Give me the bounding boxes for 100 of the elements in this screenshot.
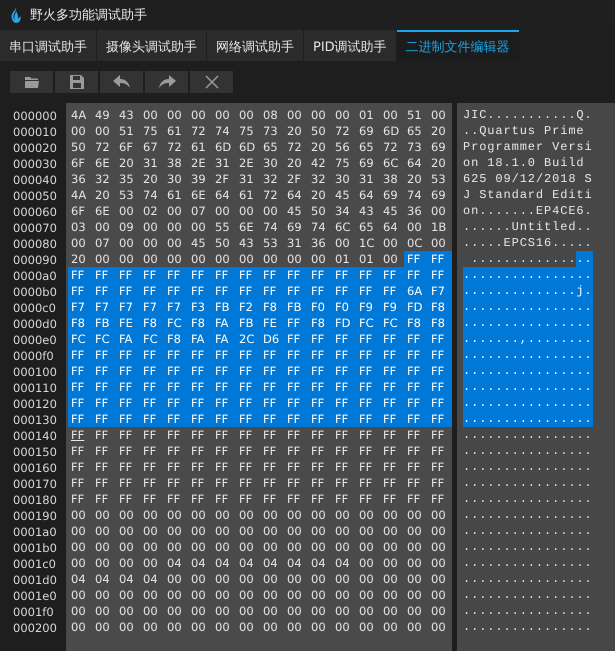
hex-byte: F9 [356,299,380,315]
hex-byte: 00 [142,523,159,539]
hex-byte: FF [70,459,86,475]
hex-byte: 51 [118,123,135,139]
hex-byte: FF [356,347,380,363]
hex-byte: F8 [260,299,284,315]
hex-byte: FF [214,427,230,443]
hex-byte: FF [116,267,140,283]
hex-byte: 00 [214,587,231,603]
toolbar-button[interactable] [55,71,98,93]
hex-byte: FF [284,395,308,411]
hex-byte: FF [356,283,380,299]
hex-byte: FF [164,347,188,363]
toolbar-button[interactable] [190,71,233,93]
hex-byte: 32 [94,171,111,187]
ascii-text: ................ [463,299,593,315]
hex-byte: 00 [382,523,399,539]
hex-byte: FF [428,251,452,267]
hex-byte: 74 [406,187,423,203]
hex-byte: FA [116,331,140,347]
hex-byte: 00 [358,523,375,539]
hex-byte: 00 [118,539,135,555]
hex-byte: F7 [428,283,452,299]
ascii-text: ................ [463,539,593,555]
tab[interactable]: 网络调试助手 [207,30,303,61]
hex-byte: F7 [164,299,188,315]
hex-byte: 00 [358,571,375,587]
hex-byte: 00 [214,603,231,619]
hex-byte: FF [380,379,404,395]
hex-byte: FF [260,379,284,395]
hex-byte: FF [92,267,116,283]
hex-byte: 00 [334,571,351,587]
hex-byte: FF [356,267,380,283]
tab[interactable]: 摄像头调试助手 [97,30,206,61]
hex-byte: 72 [94,139,111,155]
hex-byte: 00 [430,555,447,571]
hex-byte: FF [142,491,158,507]
hex-byte: FF [428,267,452,283]
window-title: 野火多功能调试助手 [30,7,147,24]
hex-byte: FF [284,347,308,363]
hex-byte: FF [116,363,140,379]
hex-byte: 00 [430,203,447,219]
hex-byte: FF [286,475,302,491]
hex-byte: 00 [382,619,399,635]
hex-byte: F8 [68,315,92,331]
hex-byte: FF [70,491,86,507]
hex-byte: 20 [430,155,447,171]
hex-byte: 00 [118,587,135,603]
hex-byte: 00 [334,507,351,523]
ascii-text: ................ [463,347,593,363]
row-offset: 000070 [12,221,57,235]
hex-byte: 00 [166,235,183,251]
hex-byte: 30 [166,171,183,187]
tab[interactable]: 串口调试助手 [0,30,96,61]
hex-byte: FE [260,315,284,331]
hex-byte: 04 [70,571,87,587]
hex-byte: 2F [286,171,302,187]
hex-byte: 36 [406,203,423,219]
hex-byte: 04 [334,555,351,571]
hex-byte: 6E [190,187,207,203]
hex-byte: D6 [260,331,284,347]
hex-byte: 74 [262,219,279,235]
ascii-text: ................ [463,475,593,491]
hex-byte: FF [190,491,206,507]
hex-byte: 61 [190,139,207,155]
hex-byte: FF [332,347,356,363]
tab[interactable]: PID调试助手 [304,30,396,61]
hex-byte: 00 [358,587,375,603]
hex-byte: 74 [214,123,231,139]
ascii-text: ................ [463,555,593,571]
hex-byte: 43 [118,107,135,123]
hex-byte: 73 [262,123,279,139]
hex-byte: 65 [358,139,375,155]
hex-byte: 00 [430,571,447,587]
toolbar-button[interactable] [100,71,143,93]
hex-byte: FF [430,459,446,475]
row-offset: 0001f0 [12,605,54,619]
hex-byte: FF [68,395,92,411]
hex-byte: 00 [382,555,399,571]
hex-byte: FF [166,427,182,443]
hex-byte: 00 [358,603,375,619]
ascii-text: ................ [463,491,593,507]
hex-byte: 00 [310,107,327,123]
hex-byte: FF [140,379,164,395]
hex-byte: 6F [70,155,86,171]
ascii-text: Programmer Versi [463,139,593,155]
hex-byte: 50 [310,203,327,219]
hex-byte: F7 [68,299,92,315]
hex-byte: FF [214,443,230,459]
hex-byte: 00 [142,251,159,267]
hex-byte: FF [116,283,140,299]
hex-byte: 00 [382,251,399,267]
hex-byte: 00 [262,587,279,603]
hex-byte: 20 [310,187,327,203]
row-offset: 000110 [12,381,57,395]
toolbar-button[interactable] [145,71,188,93]
hex-byte: FF [308,379,332,395]
toolbar-button[interactable] [10,71,53,93]
hex-byte: 32 [310,171,327,187]
hex-byte: 00 [166,251,183,267]
